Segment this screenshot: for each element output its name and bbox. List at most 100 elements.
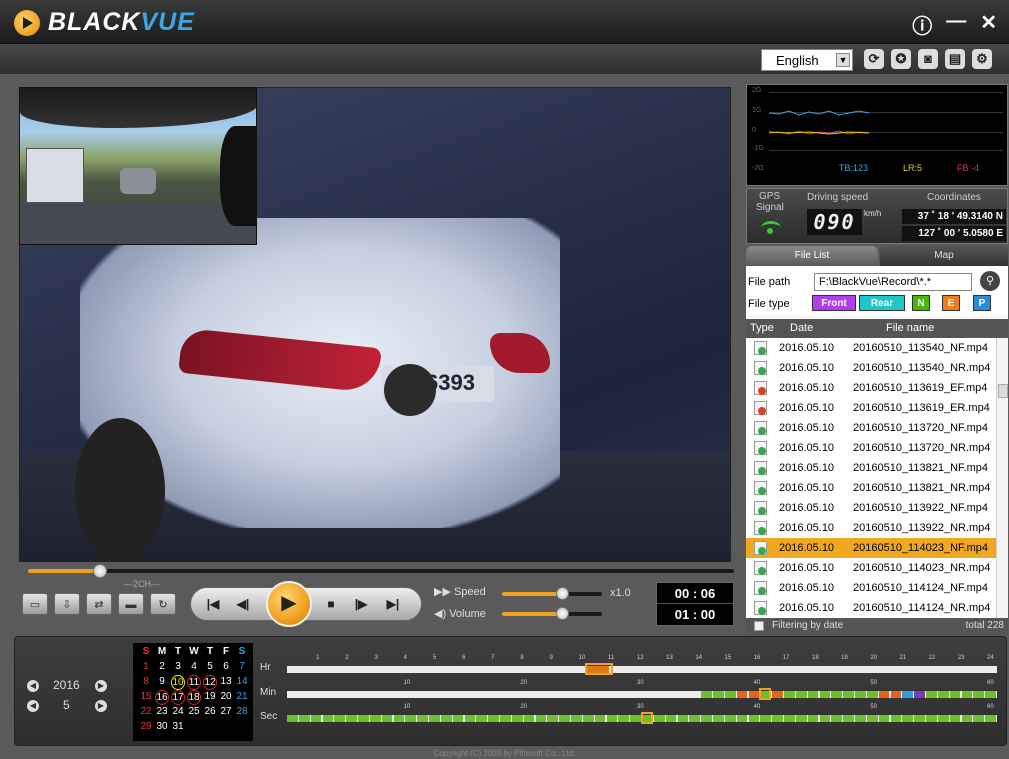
scrollbar-thumb[interactable] [998,384,1008,398]
filter-front-button[interactable]: Front [812,295,856,311]
minute-segment[interactable] [819,691,831,698]
search-icon[interactable]: ⚲ [980,271,1000,291]
second-segment[interactable] [310,715,322,722]
second-segment[interactable] [606,715,618,722]
hour-cursor[interactable] [584,663,613,675]
calendar-day[interactable]: 7 [235,660,249,673]
swap-view-icon[interactable]: ⇄ [86,593,112,615]
second-segment[interactable] [677,715,689,722]
chevron-down-icon[interactable]: ▼ [836,53,850,67]
file-list-item[interactable]: 2016.05.10 20160510_113619_EF.mp4 [746,378,996,398]
second-segment[interactable] [535,715,547,722]
calendar-day[interactable]: 21 [235,690,249,703]
calendar-day[interactable]: 24 [171,705,185,718]
speed-slider-knob[interactable] [556,587,569,600]
second-segment[interactable] [902,715,914,722]
minute-segment[interactable] [985,691,996,698]
minute-segment[interactable] [855,691,866,698]
second-segment[interactable] [784,715,795,722]
next-month-icon[interactable]: ▶ [95,700,107,712]
second-segment[interactable] [476,715,488,722]
calendar-day[interactable]: 17 [171,690,185,705]
print-icon[interactable]: ▤ [945,49,965,69]
minute-segment[interactable] [795,691,807,698]
second-segment[interactable] [689,715,701,722]
second-segment[interactable] [961,715,973,722]
speed-slider[interactable] [502,587,602,600]
tab-file-list[interactable]: File List [746,246,878,266]
minute-segment[interactable] [937,691,949,698]
minute-segment[interactable] [961,691,973,698]
second-segment[interactable] [369,715,381,722]
calendar-day[interactable]: 14 [235,675,249,688]
split-view-icon[interactable]: ▬ [118,593,144,615]
filter-rear-button[interactable]: Rear [859,295,905,311]
filter-parking-button[interactable]: P [973,295,991,311]
file-list-item[interactable]: 2016.05.10 20160510_114124_NF.mp4 [746,578,996,598]
calendar-day[interactable]: 13 [219,675,233,688]
minute-segment[interactable] [973,691,985,698]
minute-segment[interactable] [890,691,902,698]
second-segment[interactable] [429,715,440,722]
second-segment[interactable] [500,715,511,722]
second-segment[interactable] [914,715,925,722]
second-segment[interactable] [795,715,807,722]
second-segment[interactable] [713,715,724,722]
second-segment[interactable] [381,715,393,722]
second-segment[interactable] [287,715,298,722]
second-segment[interactable] [937,715,949,722]
calendar-day[interactable]: 15 [139,690,153,703]
file-list-scrollbar[interactable] [996,338,1008,618]
seek-bar[interactable] [28,564,734,578]
second-segment[interactable] [819,715,831,722]
volume-slider-knob[interactable] [556,607,569,620]
rear-camera-pip[interactable] [19,87,257,245]
file-list-item[interactable]: 2016.05.10 20160510_113922_NF.mp4 [746,498,996,518]
calendar-day[interactable]: 25 [187,705,201,718]
second-segment[interactable] [653,715,665,722]
minute-segment[interactable] [878,691,890,698]
minute-segment[interactable] [902,691,914,698]
file-list-item[interactable]: 2016.05.10 20160510_113540_NF.mp4 [746,338,996,358]
calendar-day[interactable]: 9 [155,675,169,688]
file-list-item[interactable]: 2016.05.10 20160510_113540_NR.mp4 [746,358,996,378]
minute-segment[interactable] [701,691,712,698]
file-list-item[interactable]: 2016.05.10 20160510_114124_NR.mp4 [746,598,996,618]
calendar-day[interactable]: 22 [139,705,153,718]
file-list-item[interactable]: 2016.05.10 20160510_113821_NF.mp4 [746,458,996,478]
second-cursor[interactable] [641,712,653,724]
minute-segment[interactable] [724,691,736,698]
second-segment[interactable] [843,715,854,722]
minute-segment[interactable] [748,691,760,698]
minute-segment[interactable] [914,691,925,698]
second-segment[interactable] [346,715,357,722]
calendar-day[interactable]: 12 [203,675,217,690]
second-segment[interactable] [582,715,594,722]
next-year-icon[interactable]: ▶ [95,680,107,692]
calendar-day[interactable]: 20 [219,690,233,703]
language-select[interactable]: English ▼ [761,49,853,71]
calendar-day[interactable]: 10 [171,675,185,690]
prev-year-icon[interactable]: ◀ [27,680,39,692]
step-back-icon[interactable]: ◀| [231,595,255,613]
second-segment[interactable] [417,715,428,722]
calendar-day[interactable]: 1 [139,660,153,673]
calendar-day[interactable]: 11 [187,675,201,690]
second-segment[interactable] [760,715,772,722]
step-forward-icon[interactable]: |▶ [349,595,373,613]
second-segment[interactable] [393,715,405,722]
second-segment[interactable] [464,715,476,722]
second-segment[interactable] [973,715,985,722]
rear-view-icon[interactable]: ⇩ [54,593,80,615]
calendar-day[interactable]: 23 [155,705,169,718]
second-segment[interactable] [748,715,760,722]
calendar-day[interactable]: 31 [171,720,185,733]
second-segment[interactable] [807,715,819,722]
minute-segment[interactable] [772,691,783,698]
rotate-view-icon[interactable]: ↻ [150,593,176,615]
filter-normal-button[interactable]: N [912,295,930,311]
second-segment[interactable] [523,715,535,722]
minute-segment[interactable] [831,691,843,698]
calendar-day[interactable]: 28 [235,705,249,718]
second-segment[interactable] [724,715,736,722]
